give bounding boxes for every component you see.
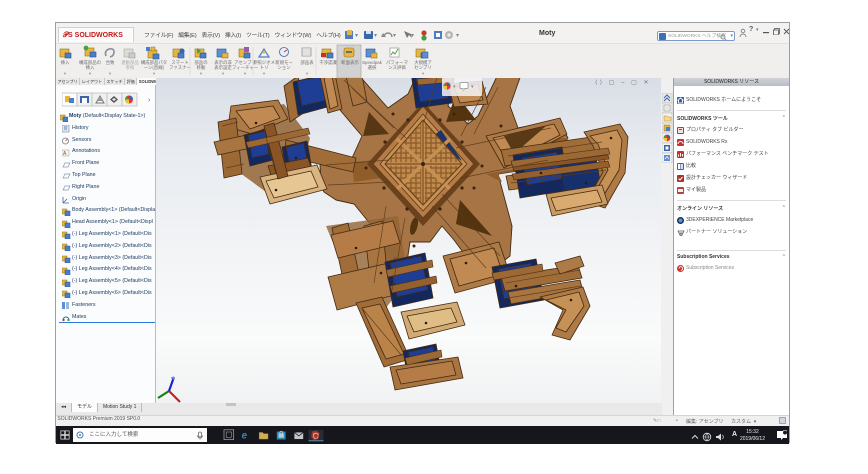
svg-text:▾: ▾ <box>263 71 265 76</box>
svg-text:ーン(直線): ーン(直線) <box>144 64 165 70</box>
svg-text:挿入: 挿入 <box>86 64 95 71</box>
svg-text:ション: ション <box>277 65 291 71</box>
svg-text:▾: ▾ <box>244 71 246 76</box>
svg-text:ファスナー: ファスナー <box>169 65 191 71</box>
svg-text:▾: ▾ <box>64 71 66 76</box>
svg-text:▾: ▾ <box>471 84 474 90</box>
svg-text:ンス評価: ンス評価 <box>388 64 406 71</box>
svg-text:選択: 選択 <box>368 64 377 71</box>
svg-text:トリ: トリ <box>260 65 269 70</box>
svg-text:▾: ▾ <box>153 71 155 76</box>
svg-text:▾: ▾ <box>306 71 308 76</box>
svg-text:合致: 合致 <box>106 59 115 66</box>
svg-text:▾: ▾ <box>109 71 111 76</box>
svg-text:›: › <box>148 97 151 104</box>
svg-text:▾: ▾ <box>453 84 456 90</box>
svg-text:干渉認識: 干渉認識 <box>319 59 337 66</box>
svg-text:断面表示: 断面表示 <box>341 59 359 66</box>
svg-text:フィーチャー: フィーチャー <box>232 65 258 70</box>
svg-text:センブリ: センブリ <box>414 64 431 70</box>
svg-text:部品表: 部品表 <box>300 59 314 66</box>
svg-text:▾: ▾ <box>422 71 424 76</box>
svg-text:挿入: 挿入 <box>61 59 70 66</box>
svg-text:▾: ▾ <box>200 71 202 76</box>
svg-text:移動: 移動 <box>197 64 206 71</box>
svg-text:▾: ▾ <box>222 71 224 76</box>
svg-text:表示設定: 表示設定 <box>214 64 232 71</box>
svg-text:e: e <box>242 431 248 442</box>
svg-text:▾: ▾ <box>89 71 91 76</box>
svg-text:参照: 参照 <box>126 64 135 71</box>
